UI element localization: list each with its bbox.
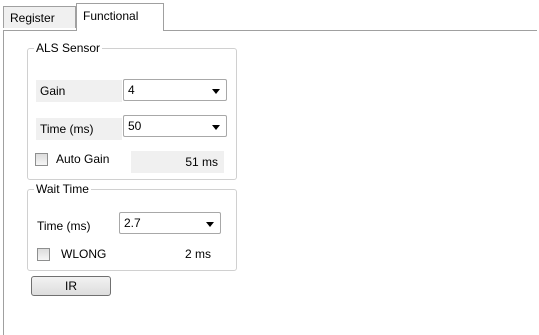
chevron-down-icon	[212, 89, 220, 94]
wait-time-legend: Wait Time	[36, 182, 89, 196]
wlong-checkbox[interactable]	[37, 248, 50, 261]
integration-time-readout: 51 ms	[131, 151, 224, 173]
wait-time-select[interactable]: 2.7	[119, 212, 221, 234]
tab-functional-label: Functional	[83, 9, 139, 23]
wlong-label: WLONG	[61, 247, 107, 261]
time-select[interactable]: 50	[123, 115, 227, 137]
time-label: Time (ms)	[36, 118, 122, 140]
time-select-value: 50	[128, 119, 142, 133]
gain-label: Gain	[36, 80, 122, 102]
time-label-text: Time (ms)	[40, 122, 94, 136]
wait-time-readout: 2 ms	[185, 247, 212, 261]
wait-time-label: Time (ms)	[37, 219, 91, 233]
tab-register[interactable]: Register	[3, 6, 76, 28]
ir-button-label: IR	[65, 279, 77, 293]
ir-button[interactable]: IR	[31, 276, 111, 296]
als-sensor-legend: ALS Sensor	[36, 41, 101, 55]
chevron-down-icon	[206, 222, 214, 227]
tab-functional[interactable]: Functional	[76, 3, 164, 31]
gain-select-value: 4	[128, 83, 135, 97]
gain-select[interactable]: 4	[123, 79, 227, 101]
tab-bar: Register Functional	[0, 0, 539, 31]
auto-gain-label: Auto Gain	[56, 152, 110, 166]
integration-time-value: 51 ms	[185, 155, 218, 169]
gain-label-text: Gain	[40, 84, 66, 98]
tab-register-label: Register	[10, 11, 55, 25]
chevron-down-icon	[212, 125, 220, 130]
wait-time-select-value: 2.7	[124, 216, 141, 230]
auto-gain-checkbox[interactable]	[35, 153, 48, 166]
